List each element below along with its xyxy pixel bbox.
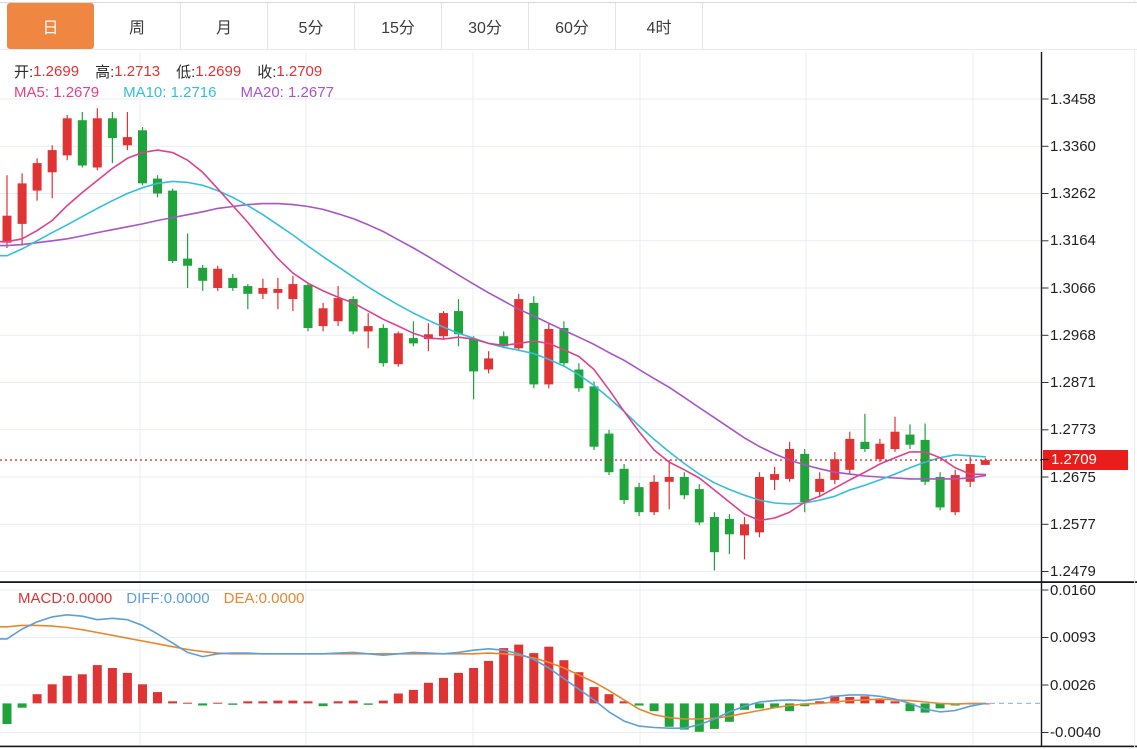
- ma-info-row: MA5: 1.2679 MA10: 1.2716 MA20: 1.2677: [14, 84, 358, 101]
- tab-4hour[interactable]: 4时: [616, 3, 703, 49]
- ma10-label: MA10:: [123, 84, 166, 101]
- low-value: 1.2699: [195, 63, 241, 80]
- open-label: 开:: [14, 61, 33, 82]
- ma5-label: MA5:: [14, 84, 49, 101]
- price-axis-tick-label: 1.2968: [1050, 327, 1096, 344]
- ma10-value: 1.2716: [171, 84, 217, 101]
- dea-label: DEA:: [224, 590, 259, 607]
- price-axis-tick-label: 1.2675: [1050, 469, 1096, 486]
- ma20-label: MA20:: [241, 84, 284, 101]
- price-axis-tick-label: 1.3458: [1050, 91, 1096, 108]
- tab-60min[interactable]: 60分: [529, 3, 616, 49]
- chart-canvas[interactable]: [0, 0, 1137, 749]
- diff-label: DIFF:: [126, 590, 164, 607]
- macd-histogram: [3, 645, 990, 732]
- tab-15min[interactable]: 15分: [355, 3, 442, 49]
- macd-axis-tick-label: 0.0026: [1050, 677, 1096, 694]
- bottom-border: [0, 746, 1137, 748]
- price-axis-tick-label: 1.2479: [1050, 563, 1096, 580]
- macd-axis-tick-label: 0.0093: [1050, 629, 1096, 646]
- dea-readout: DEA:0.0000: [224, 590, 305, 607]
- diff-value: 0.0000: [164, 590, 210, 607]
- tab-day[interactable]: 日: [7, 3, 94, 49]
- dea-value: 0.0000: [259, 590, 305, 607]
- price-axis-tick-label: 1.3262: [1050, 185, 1096, 202]
- ma10-line: [0, 181, 985, 504]
- high-label: 高:: [95, 61, 114, 82]
- ma20-line: [0, 204, 985, 479]
- tab-month[interactable]: 月: [181, 3, 268, 49]
- macd-axis-tick-label: -0.0040: [1050, 724, 1101, 741]
- kline-chart-app: 日周月5分15分30分60分4时 开: 1.2699 高: 1.2713 低: …: [0, 0, 1137, 749]
- current-price-text: 1.2709: [1051, 451, 1097, 468]
- price-badge-tick: [1041, 459, 1049, 460]
- diff-readout: DIFF:0.0000: [126, 590, 209, 607]
- price-axis-tick-label: 1.3066: [1050, 280, 1096, 297]
- price-axis-tick-label: 1.3360: [1050, 138, 1096, 155]
- high-value: 1.2713: [114, 63, 160, 80]
- price-axis-tick-label: 1.2577: [1050, 516, 1096, 533]
- open-value: 1.2699: [33, 63, 79, 80]
- ma20-value: 1.2677: [288, 84, 334, 101]
- price-axis-tick-label: 1.3164: [1050, 232, 1096, 249]
- ma20-readout: MA20: 1.2677: [241, 84, 334, 101]
- ohlc-info-row: 开: 1.2699 高: 1.2713 低: 1.2699 收: 1.2709: [14, 61, 338, 82]
- macd-readout: MACD:0.0000: [18, 590, 112, 607]
- ma5-value: 1.2679: [53, 84, 99, 101]
- panel-separator: [0, 581, 1137, 583]
- tab-week[interactable]: 周: [94, 3, 181, 49]
- close-label: 收:: [257, 61, 276, 82]
- macd-axis-tick-label: 0.0160: [1050, 582, 1096, 599]
- timeframe-tab-bar: 日周月5分15分30分60分4时: [0, 2, 1137, 50]
- macd-info-row: MACD:0.0000 DIFF:0.0000 DEA:0.0000: [18, 590, 319, 607]
- macd-value: 0.0000: [66, 590, 112, 607]
- ma5-readout: MA5: 1.2679: [14, 84, 99, 101]
- macd-label: MACD:: [18, 590, 66, 607]
- current-price-badge: 1.2709: [1043, 450, 1128, 470]
- low-label: 低:: [176, 61, 195, 82]
- price-axis-tick-label: 1.2871: [1050, 374, 1096, 391]
- candlestick-series: [3, 108, 990, 570]
- price-axis-tick-label: 1.2773: [1050, 421, 1096, 438]
- ma10-readout: MA10: 1.2716: [123, 84, 216, 101]
- tab-5min[interactable]: 5分: [268, 3, 355, 49]
- close-value: 1.2709: [276, 63, 322, 80]
- tab-30min[interactable]: 30分: [442, 3, 529, 49]
